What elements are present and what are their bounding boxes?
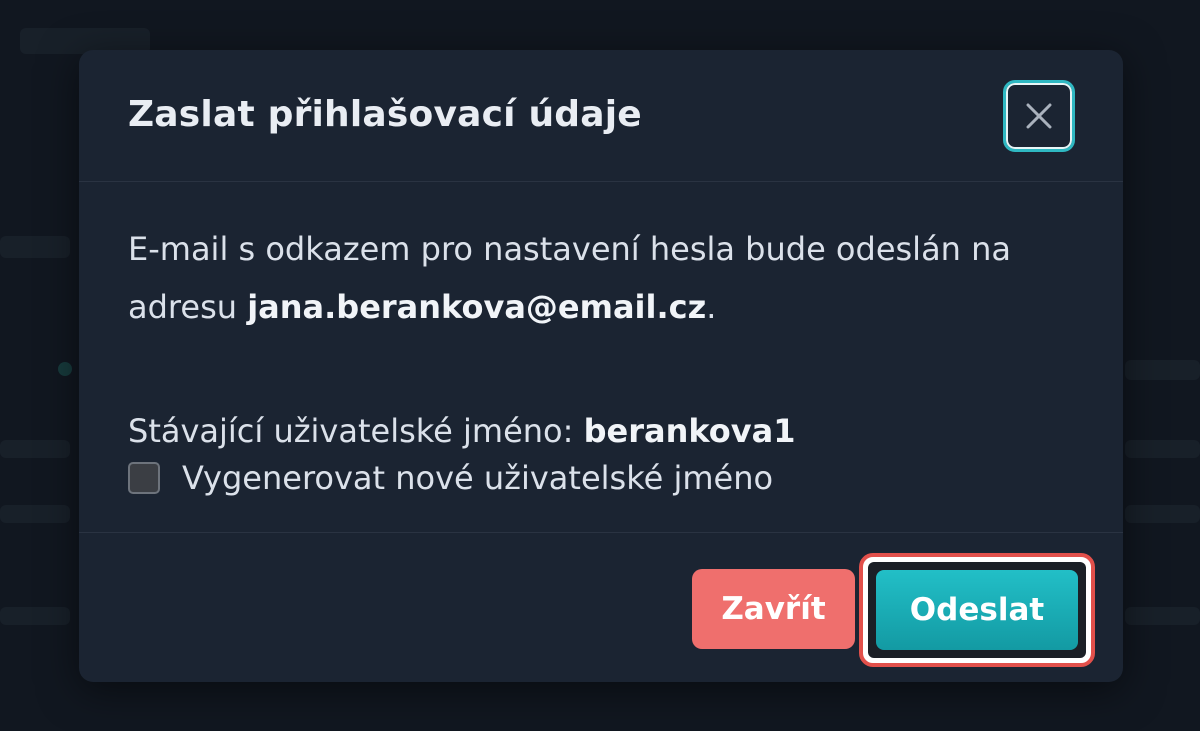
background-row-placeholder	[0, 236, 70, 258]
email-message-suffix: .	[706, 288, 717, 326]
dialog-header: Zaslat přihlašovací údaje	[79, 50, 1123, 182]
email-message: E-mail s odkazem pro nastavení hesla bud…	[128, 220, 1078, 336]
close-icon	[1026, 103, 1052, 129]
background-row-placeholder	[1125, 440, 1200, 458]
background-row-placeholder	[0, 440, 70, 458]
email-address: jana.berankova@email.cz	[247, 288, 707, 326]
send-credentials-dialog: Zaslat přihlašovací údaje E-mail s odkaz…	[79, 50, 1123, 682]
background-row-placeholder	[1125, 505, 1200, 523]
dialog-title: Zaslat přihlašovací údaje	[128, 94, 642, 135]
background-row-placeholder	[0, 607, 70, 625]
background-row-placeholder	[0, 505, 70, 523]
background-row-placeholder	[1125, 360, 1200, 380]
background-status-dot	[58, 362, 72, 376]
generate-username-row[interactable]: Vygenerovat nové uživatelské jméno	[128, 458, 773, 498]
send-button[interactable]: Odeslat	[876, 570, 1078, 650]
generate-username-checkbox[interactable]	[128, 462, 160, 494]
send-button-frame: Odeslat	[868, 562, 1086, 658]
current-username-line: Stávající uživatelské jméno: berankova1	[128, 412, 795, 450]
close-button[interactable]: Zavřít	[692, 569, 855, 649]
current-username-label: Stávající uživatelské jméno:	[128, 412, 584, 450]
dialog-footer: Zavřít Odeslat	[79, 532, 1123, 683]
close-dialog-button[interactable]	[1003, 80, 1075, 152]
generate-username-label[interactable]: Vygenerovat nové uživatelské jméno	[182, 459, 773, 497]
dialog-body: E-mail s odkazem pro nastavení hesla bud…	[128, 220, 1078, 336]
background-row-placeholder	[1125, 607, 1200, 625]
send-button-highlight: Odeslat	[859, 553, 1095, 667]
current-username-value: berankova1	[583, 412, 796, 450]
